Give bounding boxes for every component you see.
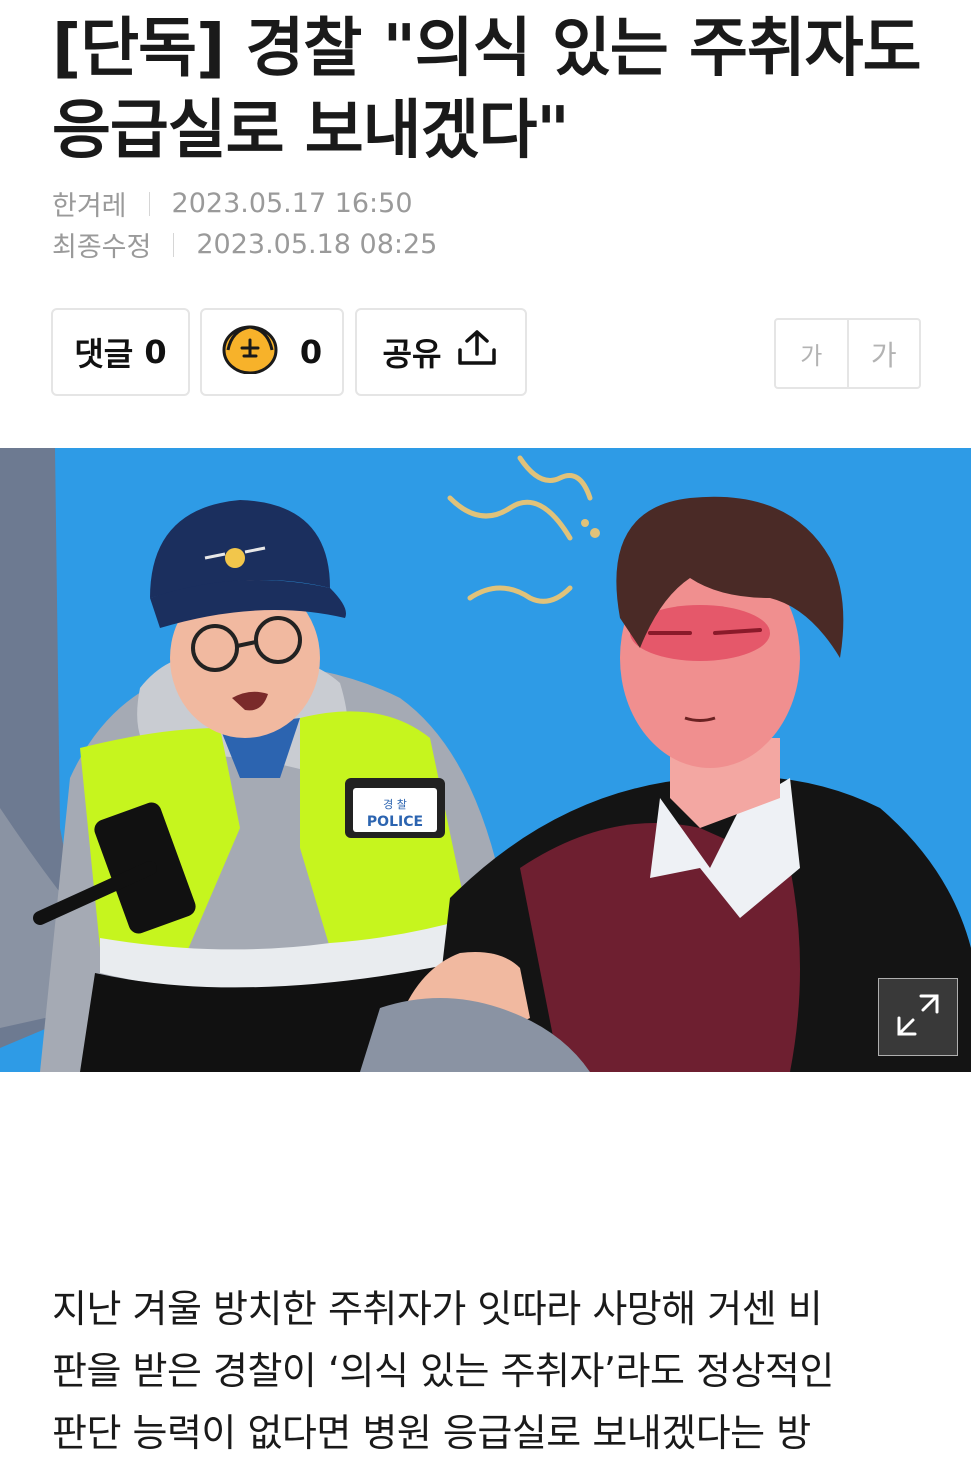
expand-icon (895, 992, 941, 1042)
source-name[interactable]: 한겨레 (52, 184, 127, 223)
comment-count: 0 (144, 333, 167, 371)
modified-label: 최종수정 (52, 232, 152, 263)
publish-info: 한겨레 2023.05.17 16:50 (52, 184, 413, 223)
expand-image-button[interactable] (878, 978, 958, 1056)
published-time: 2023.05.17 16:50 (171, 188, 413, 219)
comment-button[interactable]: 댓글 0 (51, 308, 190, 396)
font-size-control: 가 가 (774, 318, 921, 389)
headline-line-2: 응급실로 보내겠다" (52, 94, 570, 168)
body-line-3: 판단 능력이 없다면 병원 응급실로 보내겠다는 방 (52, 1411, 811, 1455)
body-line-1: 지난 겨울 방치한 주취자가 잇따라 사망해 거센 비 (52, 1287, 823, 1331)
reaction-count: 0 (299, 333, 323, 371)
font-size-large-button[interactable]: 가 (849, 320, 920, 387)
police-drunk-person-illustration: 경 찰 POLICE (0, 448, 971, 1072)
body-line-2: 판을 받은 경찰이 ‘의식 있는 주취자’라도 정상적인 (52, 1349, 834, 1393)
meta-divider (148, 191, 150, 216)
modified-time: 2023.05.18 08:25 (196, 229, 438, 260)
reaction-button[interactable]: 0 (200, 308, 344, 396)
article-body: 지난 겨울 방치한 주취자가 잇따라 사망해 거센 비 판을 받은 경찰이 ‘의… (52, 1278, 932, 1464)
comment-label: 댓글 (74, 335, 134, 373)
share-button[interactable]: 공유 (355, 308, 527, 396)
headline-line-1: [단독] 경찰 "의식 있는 주취자도 (52, 12, 922, 86)
article-hero-image[interactable]: 경 찰 POLICE (0, 448, 971, 1072)
share-label: 공유 (382, 335, 442, 373)
font-size-small-button[interactable]: 가 (776, 320, 849, 387)
police-patch-label: POLICE (367, 814, 423, 830)
police-patch-korean: 경 찰 (383, 798, 407, 811)
share-upload-icon (441, 328, 499, 376)
emoji-face-icon (222, 322, 278, 382)
modified-info: 최종수정 2023.05.18 08:25 (52, 225, 437, 264)
meta-divider (173, 232, 175, 257)
article-headline: [단독] 경찰 "의식 있는 주취자도 응급실로 보내겠다" (52, 8, 932, 172)
